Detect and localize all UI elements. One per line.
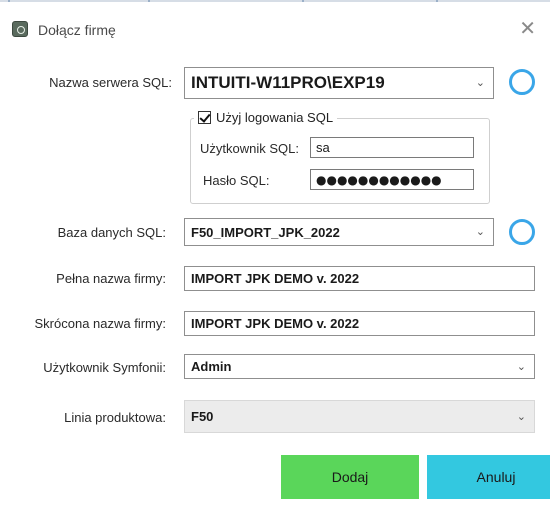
server-value: INTUITI-W11PRO\EXP19 [191, 73, 385, 92]
short-name-value: IMPORT JPK DEMO v. 2022 [191, 316, 360, 331]
window-title: Dołącz firmę [38, 22, 116, 38]
server-combo[interactable]: INTUITI-W11PRO\EXP19 ⌄ [184, 67, 494, 99]
close-icon[interactable]: ✕ [519, 18, 536, 38]
add-button[interactable]: Dodaj [281, 455, 419, 499]
database-label: Baza danych SQL: [57, 225, 166, 240]
short-name-input[interactable]: IMPORT JPK DEMO v. 2022 [184, 311, 535, 336]
border-segment [302, 0, 304, 2]
sql-user-value: sa [316, 140, 330, 155]
chevron-down-icon: ⌄ [475, 224, 485, 238]
symfonia-user-combo[interactable]: Admin ⌄ [184, 354, 535, 379]
server-label: Nazwa serwera SQL: [49, 75, 172, 90]
border-segment [436, 0, 438, 2]
title-bar: Dołącz firmę ✕ [0, 10, 550, 44]
chevron-down-icon: ⌄ [516, 409, 526, 423]
sql-login-checkbox-label: Użyj logowania SQL [216, 109, 334, 125]
chevron-down-icon: ⌄ [475, 75, 485, 89]
window-top-border [0, 0, 550, 2]
cancel-button[interactable]: Anuluj [427, 455, 550, 499]
symfonia-user-value: Admin [191, 359, 232, 374]
sql-password-value: ●●●●●●●●●●●● [316, 172, 442, 187]
border-segment [8, 0, 10, 2]
full-name-label: Pełna nazwa firmy: [56, 271, 166, 286]
database-combo[interactable]: F50_IMPORT_JPK_2022 ⌄ [184, 218, 494, 246]
app-icon [12, 21, 28, 37]
sql-user-label: Użytkownik SQL: [200, 141, 299, 156]
full-name-input[interactable]: IMPORT JPK DEMO v. 2022 [184, 266, 535, 291]
sql-user-input[interactable]: sa [310, 137, 474, 158]
sql-password-label: Hasło SQL: [203, 173, 270, 188]
chevron-down-icon: ⌄ [516, 359, 526, 373]
sql-login-checkbox-row[interactable]: Użyj logowania SQL [194, 108, 338, 126]
loading-spinner-icon [509, 69, 535, 95]
full-name-value: IMPORT JPK DEMO v. 2022 [191, 271, 360, 286]
short-name-label: Skrócona nazwa firmy: [34, 316, 167, 331]
sql-password-input[interactable]: ●●●●●●●●●●●● [310, 169, 474, 190]
database-value: F50_IMPORT_JPK_2022 [191, 224, 340, 240]
product-line-label: Linia produktowa: [64, 410, 166, 425]
symfonia-user-label: Użytkownik Symfonii: [43, 360, 166, 375]
loading-spinner-icon [509, 219, 535, 245]
sql-login-checkbox[interactable] [198, 110, 211, 124]
sql-login-group [190, 118, 490, 204]
border-segment [148, 0, 150, 2]
product-line-value: F50 [191, 409, 214, 424]
product-line-combo: F50 ⌄ [184, 400, 535, 433]
